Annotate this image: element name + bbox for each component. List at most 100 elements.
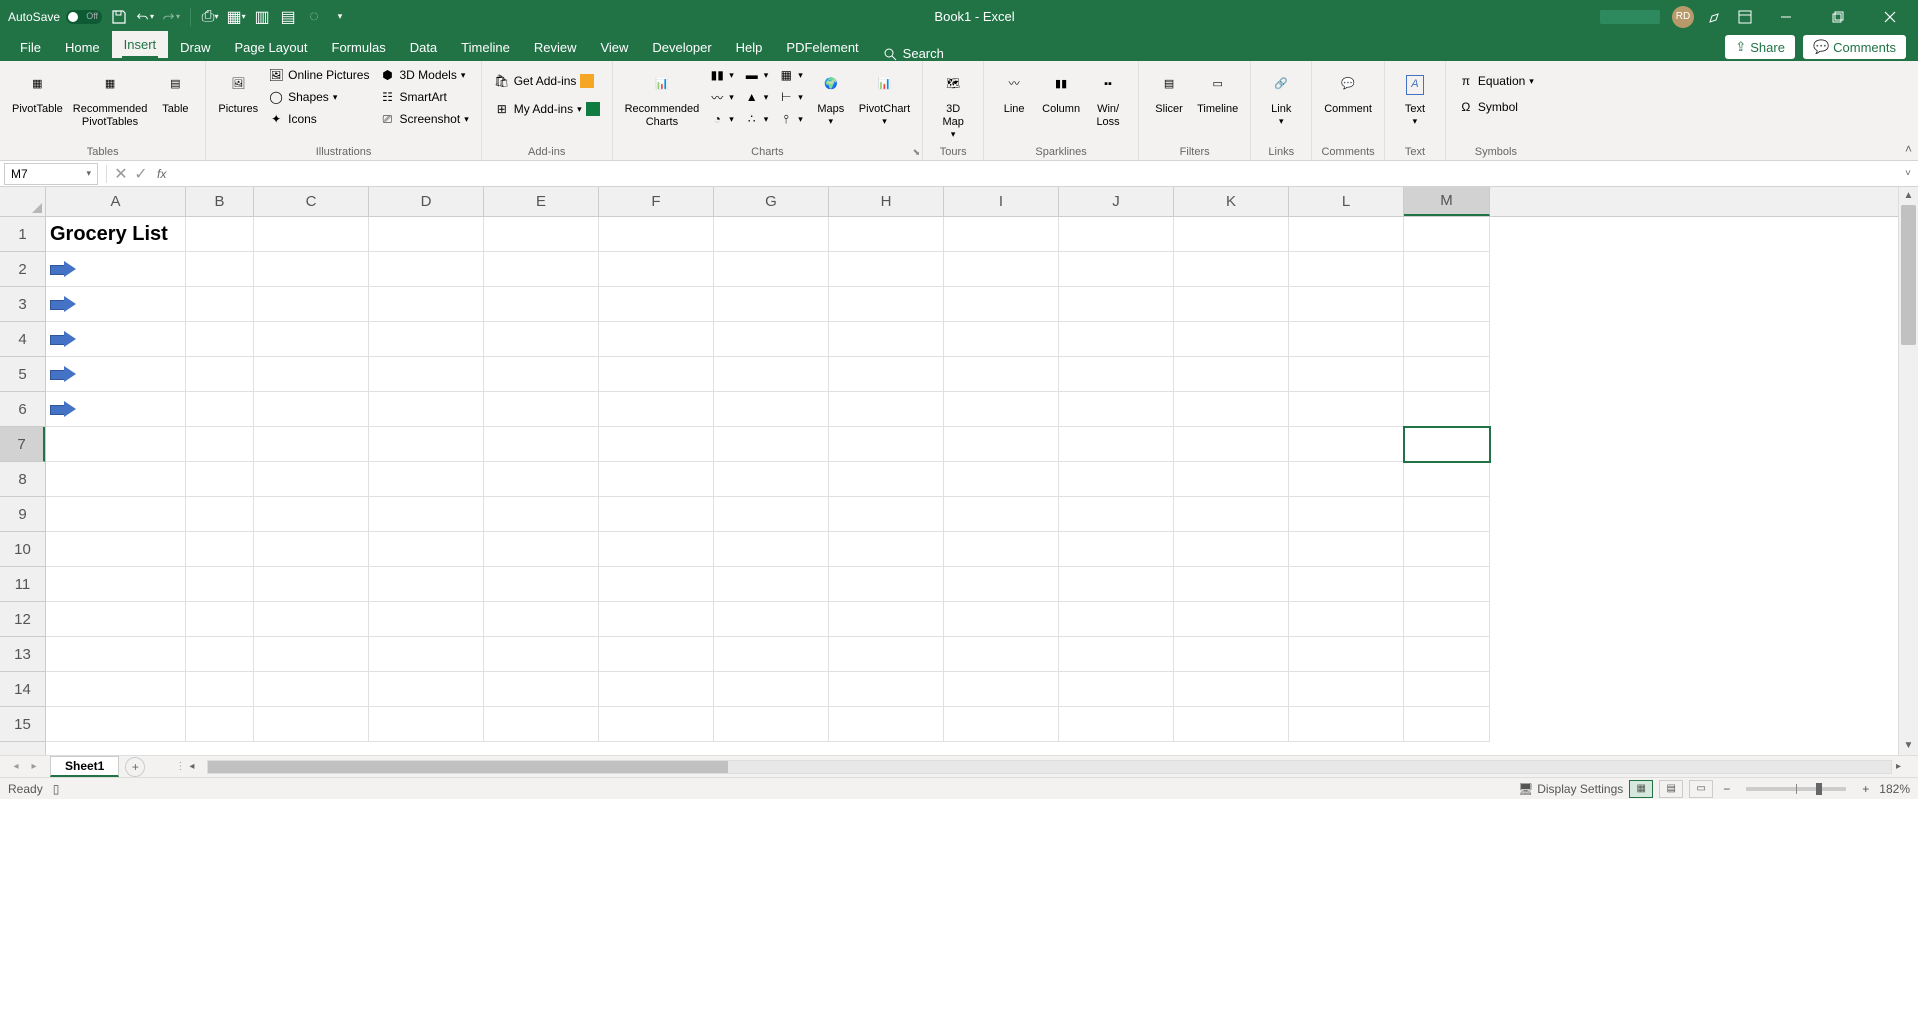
qat-customize-icon[interactable]: ▾ — [331, 8, 349, 26]
cell-F11[interactable] — [599, 567, 714, 602]
cell-M2[interactable] — [1404, 252, 1490, 287]
cell-E11[interactable] — [484, 567, 599, 602]
recommended-charts-button[interactable]: 📊Recommended Charts — [621, 65, 704, 133]
tab-draw[interactable]: Draw — [168, 34, 222, 61]
sparkline-winloss-button[interactable]: ▪▪Win/ Loss — [1086, 65, 1130, 133]
cell-M8[interactable] — [1404, 462, 1490, 497]
cell-G12[interactable] — [714, 602, 829, 637]
cell-A10[interactable] — [46, 532, 186, 567]
cell-C6[interactable] — [254, 392, 369, 427]
cell-G14[interactable] — [714, 672, 829, 707]
column-chart-button[interactable]: ▮▮▾ — [705, 65, 738, 85]
tab-formulas[interactable]: Formulas — [320, 34, 398, 61]
cell-H6[interactable] — [829, 392, 944, 427]
cell-H13[interactable] — [829, 637, 944, 672]
column-header-J[interactable]: J — [1059, 187, 1174, 216]
page-layout-view-button[interactable]: ▤ — [1659, 780, 1683, 798]
row-header-9[interactable]: 9 — [0, 497, 45, 532]
hscroll-thumb[interactable] — [208, 761, 728, 773]
tab-developer[interactable]: Developer — [640, 34, 723, 61]
combo-chart-button[interactable]: ⫯▾ — [774, 109, 807, 129]
cell-E12[interactable] — [484, 602, 599, 637]
tab-pdfelement[interactable]: PDFelement — [774, 34, 870, 61]
cell-I7[interactable] — [944, 427, 1059, 462]
cell-H7[interactable] — [829, 427, 944, 462]
arrow-right-shape[interactable] — [50, 401, 76, 417]
cancel-formula-icon[interactable]: ✕ — [111, 164, 131, 184]
cell-I14[interactable] — [944, 672, 1059, 707]
cell-D1[interactable] — [369, 217, 484, 252]
cell-H12[interactable] — [829, 602, 944, 637]
tab-home[interactable]: Home — [53, 34, 112, 61]
cell-A9[interactable] — [46, 497, 186, 532]
cell-C8[interactable] — [254, 462, 369, 497]
column-header-K[interactable]: K — [1174, 187, 1289, 216]
cell-J12[interactable] — [1059, 602, 1174, 637]
cell-B6[interactable] — [186, 392, 254, 427]
add-sheet-button[interactable]: + — [125, 757, 145, 777]
shapes-button[interactable]: ◯Shapes▾ — [264, 87, 373, 107]
column-header-F[interactable]: F — [599, 187, 714, 216]
zoom-level[interactable]: 182% — [1879, 782, 1910, 796]
cell-E7[interactable] — [484, 427, 599, 462]
cell-L15[interactable] — [1289, 707, 1404, 742]
my-addins-button[interactable]: ⊞My Add-ins ▾ — [490, 99, 604, 119]
qat-icon-5[interactable]: ◌ — [305, 8, 323, 26]
slicer-button[interactable]: ▤Slicer — [1147, 65, 1191, 120]
cell-I9[interactable] — [944, 497, 1059, 532]
share-button[interactable]: ⇪Share — [1725, 35, 1795, 59]
cell-A15[interactable] — [46, 707, 186, 742]
charts-dialog-launcher[interactable]: ⬊ — [913, 147, 921, 158]
cell-G4[interactable] — [714, 322, 829, 357]
cell-J8[interactable] — [1059, 462, 1174, 497]
cell-K3[interactable] — [1174, 287, 1289, 322]
cell-H3[interactable] — [829, 287, 944, 322]
cell-G7[interactable] — [714, 427, 829, 462]
row-header-6[interactable]: 6 — [0, 392, 45, 427]
sparkline-column-button[interactable]: ▮▮Column — [1038, 65, 1084, 120]
cell-H14[interactable] — [829, 672, 944, 707]
screenshot-button[interactable]: ⎚Screenshot▾ — [375, 109, 472, 129]
macro-recorder-icon[interactable]: ▯ — [53, 782, 60, 796]
row-header-1[interactable]: 1 — [0, 217, 45, 252]
cell-I15[interactable] — [944, 707, 1059, 742]
qat-icon-3[interactable]: ▥ — [253, 8, 271, 26]
link-button[interactable]: 🔗Link▾ — [1259, 65, 1303, 131]
page-break-view-button[interactable]: ▭ — [1689, 780, 1713, 798]
cell-L6[interactable] — [1289, 392, 1404, 427]
row-header-13[interactable]: 13 — [0, 637, 45, 672]
cell-L1[interactable] — [1289, 217, 1404, 252]
toggle-switch[interactable]: Off — [66, 10, 102, 24]
maps-button[interactable]: 🌍Maps▾ — [809, 65, 853, 131]
cell-H15[interactable] — [829, 707, 944, 742]
cell-A4[interactable] — [46, 322, 186, 357]
comment-button[interactable]: 💬Comment — [1320, 65, 1376, 120]
cell-J9[interactable] — [1059, 497, 1174, 532]
cell-F8[interactable] — [599, 462, 714, 497]
sheet-tab-Sheet1[interactable]: Sheet1 — [50, 756, 119, 777]
scatter-chart-button[interactable]: ∴▾ — [740, 109, 773, 129]
normal-view-button[interactable]: ▦ — [1629, 780, 1653, 798]
3d-models-button[interactable]: ⬢3D Models ▾ — [375, 65, 472, 85]
arrow-right-shape[interactable] — [50, 296, 76, 312]
column-header-D[interactable]: D — [369, 187, 484, 216]
cell-E4[interactable] — [484, 322, 599, 357]
line-chart-button[interactable]: 〰▾ — [705, 87, 738, 107]
arrow-right-shape[interactable] — [50, 366, 76, 382]
sheet-nav-prev-icon[interactable]: ◂ — [8, 761, 24, 772]
cell-C13[interactable] — [254, 637, 369, 672]
account-area[interactable] — [1600, 10, 1660, 24]
cell-F14[interactable] — [599, 672, 714, 707]
3d-map-button[interactable]: 🗺3D Map▾ — [931, 65, 975, 144]
cell-G3[interactable] — [714, 287, 829, 322]
cell-D4[interactable] — [369, 322, 484, 357]
cell-F1[interactable] — [599, 217, 714, 252]
symbol-button[interactable]: ΩSymbol — [1454, 97, 1538, 117]
cell-E1[interactable] — [484, 217, 599, 252]
cell-D3[interactable] — [369, 287, 484, 322]
column-header-G[interactable]: G — [714, 187, 829, 216]
column-header-H[interactable]: H — [829, 187, 944, 216]
cell-J5[interactable] — [1059, 357, 1174, 392]
display-settings-button[interactable]: 🖥Display Settings — [1518, 782, 1623, 796]
select-all-corner[interactable] — [0, 187, 46, 217]
